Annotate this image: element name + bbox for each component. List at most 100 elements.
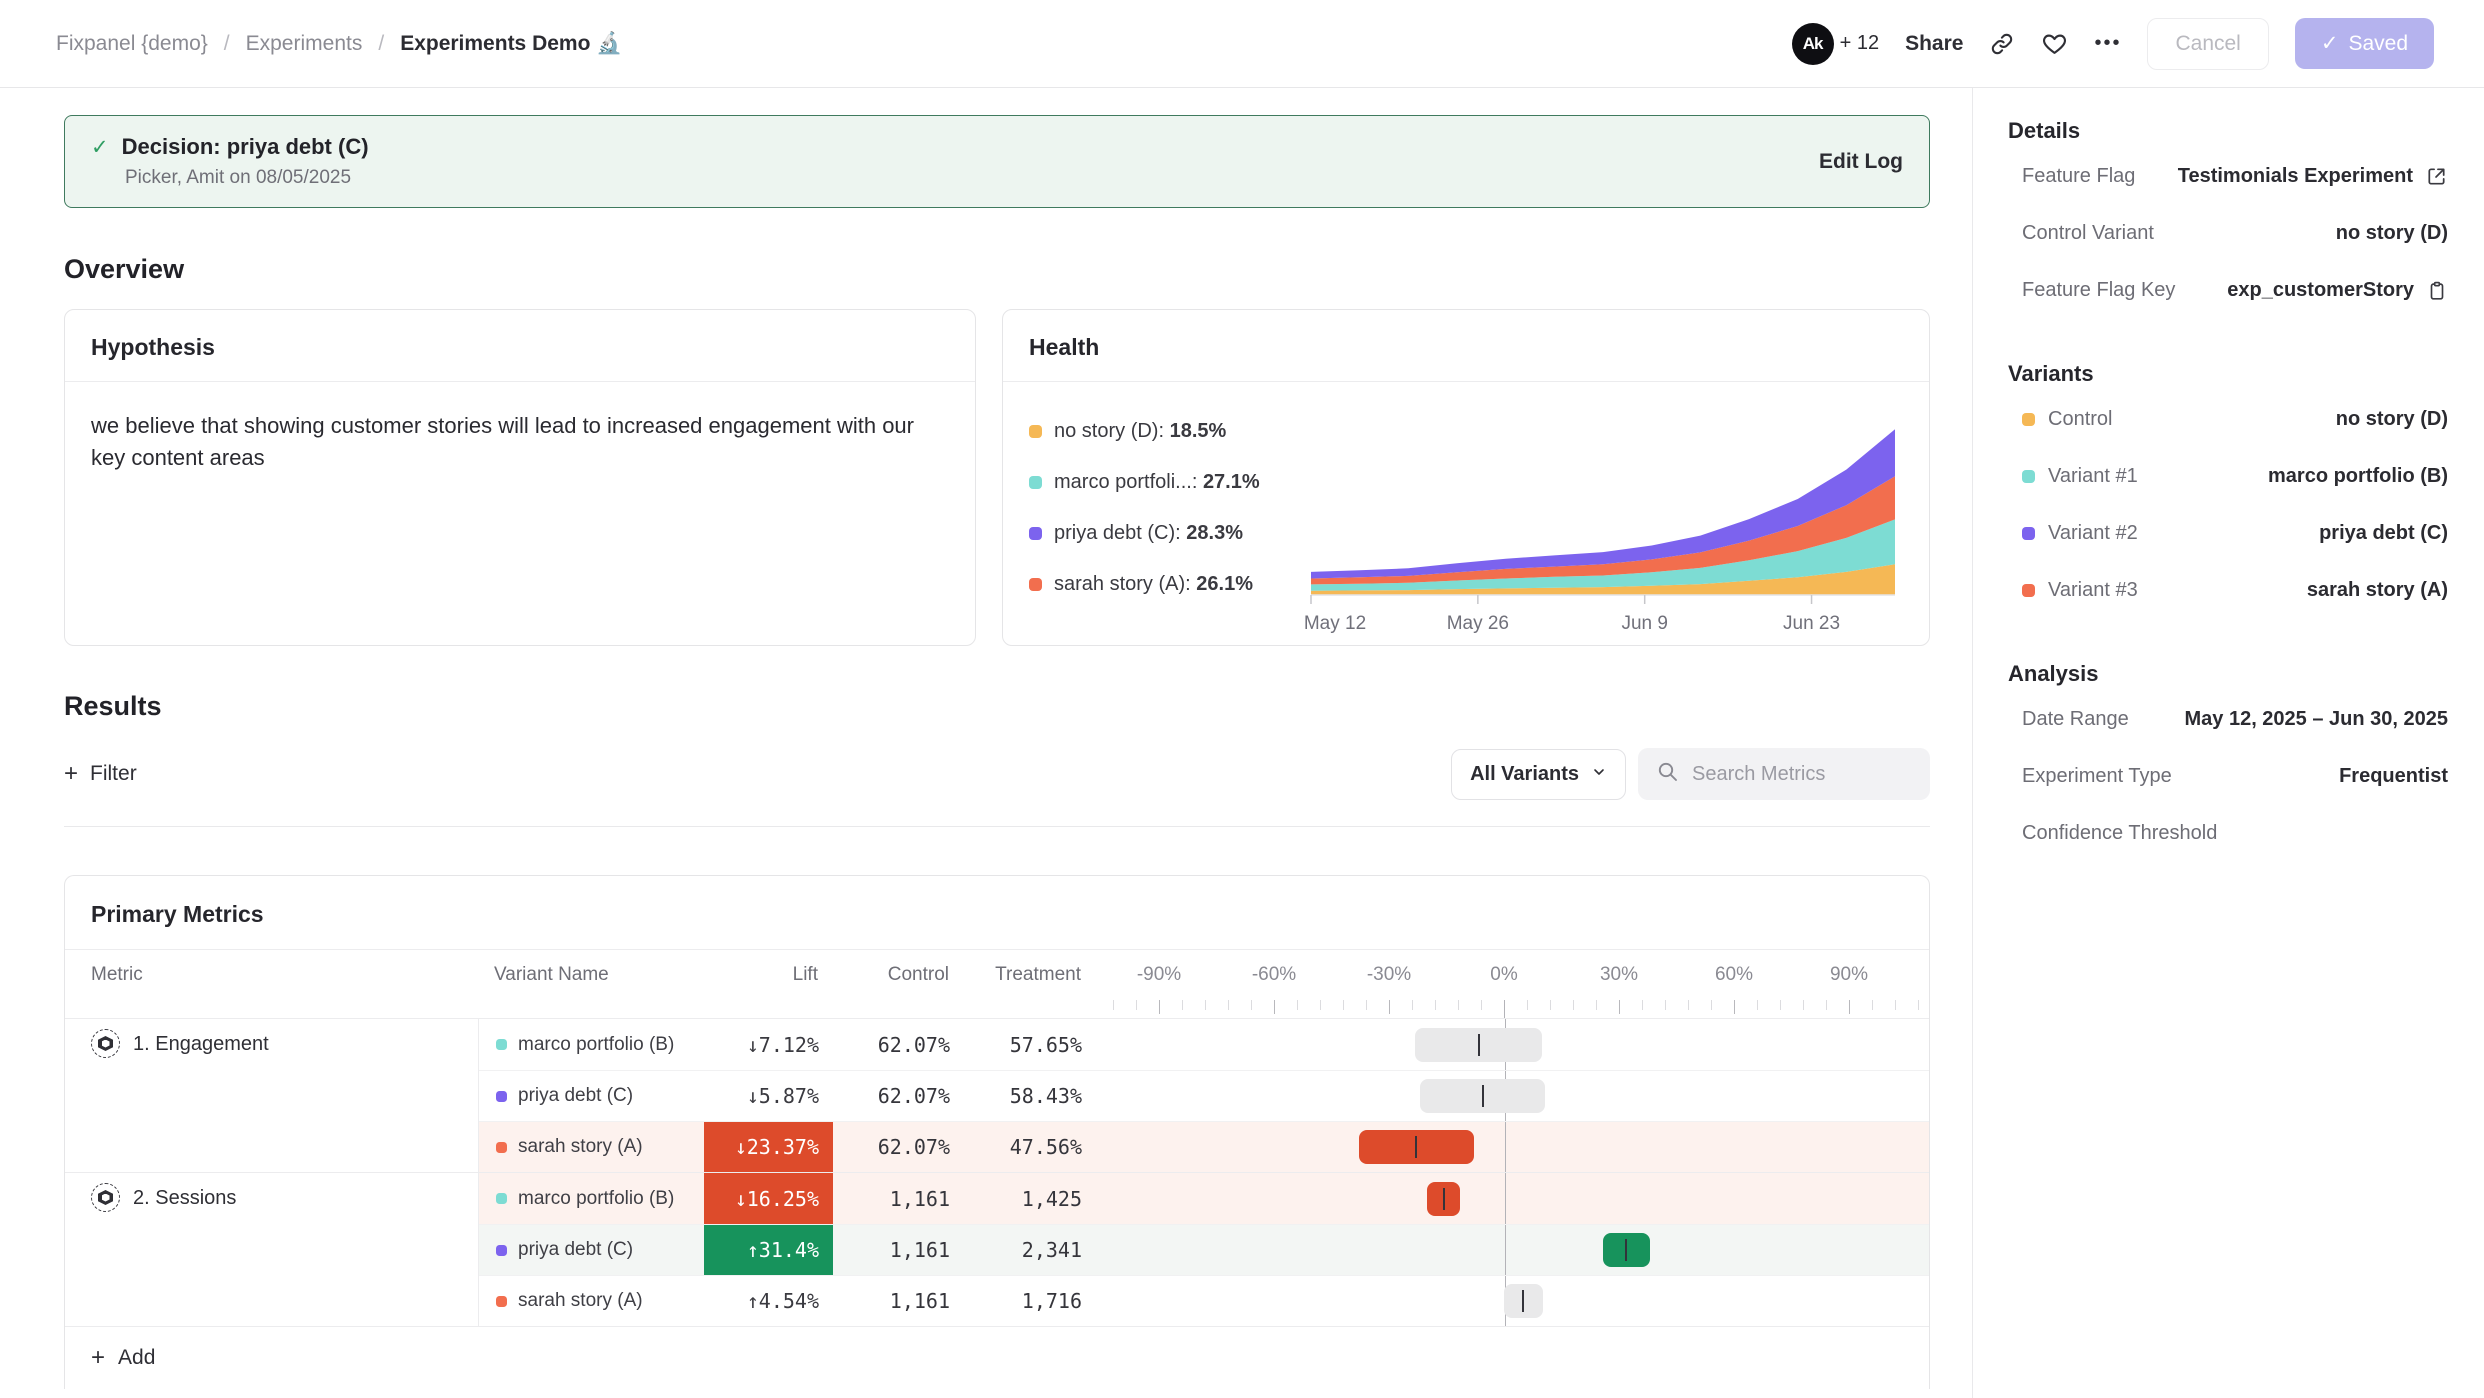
sidebar-row-experiment-type: Experiment TypeFrequentist	[2008, 748, 2448, 805]
axis-tick	[1136, 1000, 1137, 1010]
variant-name: marco portfolio (B)	[518, 1034, 674, 1056]
zero-baseline	[1505, 1225, 1506, 1275]
axis-tick	[1205, 1000, 1206, 1010]
clipboard-icon[interactable]	[2426, 280, 2448, 302]
sidebar-row-value: May 12, 2025 – Jun 30, 2025	[2184, 708, 2448, 731]
variant-name-cell: sarah story (A)	[479, 1290, 704, 1312]
analysis-rows: Date RangeMay 12, 2025 – Jun 30, 2025Exp…	[2008, 691, 2448, 862]
axis-tick	[1550, 1000, 1551, 1010]
variants-rows: Controlno story (D)Variant #1marco portf…	[2008, 391, 2448, 619]
variant-dot	[2022, 470, 2035, 483]
sidebar-row-label: Confidence Threshold	[2022, 822, 2217, 845]
axis-tick	[1343, 1000, 1344, 1010]
saved-button[interactable]: ✓ Saved	[2295, 18, 2434, 69]
topbar: Fixpanel {demo} / Experiments / Experime…	[0, 0, 2484, 88]
variant-dot	[496, 1245, 507, 1256]
axis-tick	[1872, 1000, 1873, 1010]
topbar-actions: Ak + 12 Share ••• Cancel ✓ Save	[1792, 18, 2434, 70]
axis-tick	[1251, 1000, 1252, 1010]
add-filter-button[interactable]: + Filter	[64, 762, 137, 786]
health-legend-item[interactable]: no story (D): 18.5%	[1029, 420, 1291, 443]
sidebar-row-label: Control	[2022, 408, 2112, 431]
breadcrumb-separator: /	[224, 32, 230, 56]
metric-variant-row[interactable]: priya debt (C)↓5.87%62.07%58.43%	[479, 1070, 1929, 1121]
copy-link-button[interactable]	[1989, 31, 2015, 57]
metric-variant-row[interactable]: marco portfolio (B)↓16.25%1,1611,425	[479, 1173, 1929, 1224]
axis-tick	[1895, 1000, 1896, 1010]
axis-tick	[1182, 1000, 1183, 1010]
legend-value: 28.3%	[1186, 522, 1243, 544]
axis-tick	[1274, 1000, 1275, 1014]
legend-label: sarah story (A): 26.1%	[1054, 573, 1253, 596]
variant-dot	[496, 1296, 507, 1307]
variant-name-cell: priya debt (C)	[479, 1085, 704, 1107]
metric-cell[interactable]: 1. Engagement	[65, 1019, 478, 1172]
link-icon	[1989, 31, 2015, 57]
axis-tick	[1711, 1000, 1712, 1010]
axis-tick-label: -90%	[1137, 964, 1181, 986]
variant-dot	[2022, 527, 2035, 540]
legend-label: no story (D): 18.5%	[1054, 420, 1226, 443]
details-rows: Feature FlagTestimonials ExperimentContr…	[2008, 148, 2448, 319]
sidebar-section-details: Details Feature FlagTestimonials Experim…	[2008, 118, 2448, 319]
confidence-interval-cell	[1096, 1122, 1929, 1172]
avatar[interactable]: Ak	[1792, 23, 1834, 65]
overview-heading: Overview	[64, 254, 1930, 285]
metric-variant-row[interactable]: sarah story (A)↓23.37%62.07%47.56%	[479, 1121, 1929, 1172]
control-value: 62.07%	[833, 1033, 966, 1057]
variant-name: sarah story (A)	[518, 1136, 643, 1158]
breadcrumb: Fixpanel {demo} / Experiments / Experime…	[56, 32, 622, 56]
collaborators-count[interactable]: + 12	[1840, 32, 1879, 55]
treatment-value: 2,341	[966, 1238, 1096, 1262]
health-title: Health	[1003, 310, 1929, 382]
sidebar-row-value: Frequentist	[2339, 765, 2448, 788]
axis-tick	[1665, 1000, 1666, 1010]
column-variant: Variant Name	[478, 964, 703, 986]
axis-tick	[1619, 1000, 1620, 1014]
external-link-icon[interactable]	[2425, 165, 2448, 188]
variant-name: sarah story (A)	[518, 1290, 643, 1312]
zero-baseline	[1505, 1122, 1506, 1172]
confidence-interval-cell	[1096, 1019, 1929, 1070]
breadcrumb-item-project[interactable]: Fixpanel {demo}	[56, 32, 208, 56]
mean-lift-tick	[1625, 1239, 1627, 1261]
breadcrumb-separator: /	[378, 32, 384, 56]
sidebar: Details Feature FlagTestimonials Experim…	[1972, 88, 2484, 1398]
metric-variant-row[interactable]: sarah story (A)↑4.54%1,1611,716	[479, 1275, 1929, 1326]
axis-tick-label: -30%	[1367, 964, 1411, 986]
favorite-button[interactable]	[2041, 30, 2068, 57]
add-metric-label: Add	[118, 1346, 155, 1370]
add-metric-button[interactable]: + Add	[91, 1346, 155, 1370]
axis-tick	[1918, 1000, 1919, 1010]
health-legend-item[interactable]: sarah story (A): 26.1%	[1029, 573, 1291, 596]
breadcrumb-item-experiments[interactable]: Experiments	[246, 32, 363, 56]
metric-cell[interactable]: 2. Sessions	[65, 1173, 478, 1326]
axis-tick	[1688, 1000, 1689, 1010]
edit-log-button[interactable]: Edit Log	[1819, 150, 1903, 174]
svg-text:Jun 23: Jun 23	[1783, 613, 1840, 634]
search-metrics-input[interactable]	[1692, 763, 1912, 786]
column-treatment: Treatment	[965, 964, 1095, 986]
axis-tick-label: 0%	[1490, 964, 1517, 986]
variants-dropdown[interactable]: All Variants	[1451, 749, 1626, 800]
variant-name-cell: priya debt (C)	[479, 1239, 704, 1261]
sidebar-row-label: Feature Flag Key	[2022, 279, 2175, 302]
legend-dot	[1029, 425, 1042, 438]
health-legend-item[interactable]: priya debt (C): 28.3%	[1029, 522, 1291, 545]
mean-lift-tick	[1415, 1136, 1417, 1158]
plus-icon: +	[91, 1346, 105, 1370]
sidebar-row-label: Variant #1	[2022, 465, 2138, 488]
health-legend-item[interactable]: marco portfoli...: 27.1%	[1029, 471, 1291, 494]
results-divider	[64, 826, 1930, 827]
axis-tick	[1389, 1000, 1390, 1014]
axis-tick	[1297, 1000, 1298, 1010]
metric-variant-row[interactable]: priya debt (C)↑31.4%1,1612,341	[479, 1224, 1929, 1275]
sidebar-row-value: exp_customerStory	[2227, 279, 2448, 302]
share-button[interactable]: Share	[1905, 32, 1963, 56]
variant-dot	[496, 1091, 507, 1102]
hypothesis-body[interactable]: we believe that showing customer stories…	[65, 382, 965, 502]
more-button[interactable]: •••	[2094, 32, 2121, 55]
metric-variant-row[interactable]: marco portfolio (B)↓7.12%62.07%57.65%	[479, 1019, 1929, 1070]
sidebar-row-value: no story (D)	[2336, 222, 2448, 245]
cancel-button[interactable]: Cancel	[2147, 18, 2268, 70]
